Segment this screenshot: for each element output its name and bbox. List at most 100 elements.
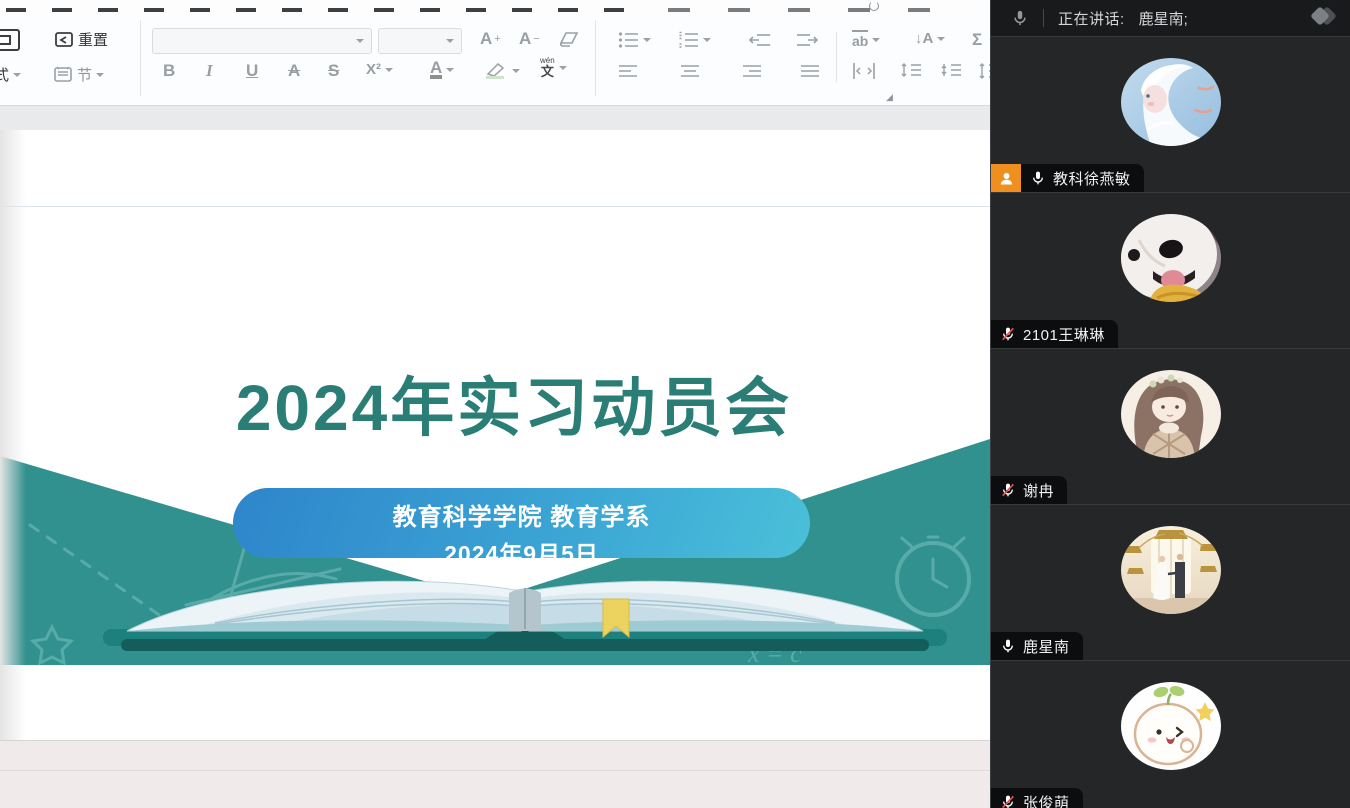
chevron-down-icon xyxy=(559,66,567,70)
text-direction-glyph: ↓A xyxy=(915,30,933,47)
phonetic-icon: wén文 xyxy=(540,57,555,78)
dialog-launcher-icon[interactable]: ◢ xyxy=(886,92,893,103)
participant-list: 教科徐燕敏 xyxy=(991,36,1350,808)
reset-label: 重置 xyxy=(78,29,108,50)
section-button[interactable]: 节 xyxy=(54,64,104,85)
participant-tile[interactable]: 教科徐燕敏 xyxy=(991,36,1350,192)
superscript-button[interactable]: X² xyxy=(366,61,393,78)
participant-label: 2101王琳琳 xyxy=(991,320,1118,348)
next-slide-edge xyxy=(0,770,990,771)
increase-font-button[interactable]: A+ xyxy=(480,29,501,49)
highlight-button[interactable] xyxy=(484,62,520,80)
chevron-down-icon xyxy=(446,68,454,72)
participant-name: 2101王琳琳 xyxy=(1023,324,1105,345)
equation-button[interactable]: Σ xyxy=(972,30,982,50)
mic-muted-icon xyxy=(1000,326,1016,342)
chevron-down-icon xyxy=(937,37,945,41)
chevron-down-icon xyxy=(512,69,520,73)
toolbar-divider xyxy=(140,20,141,96)
slide-title[interactable]: 2024年实习动员会 xyxy=(0,357,990,449)
divider xyxy=(1043,9,1044,27)
participant-label: 谢冉 xyxy=(991,476,1067,504)
avatar xyxy=(1121,682,1221,770)
presenter-badge-icon xyxy=(991,164,1021,192)
subtitle-date: 2024年9月5日 xyxy=(444,535,599,569)
clear-format-button[interactable] xyxy=(558,30,580,48)
justify-button[interactable] xyxy=(800,64,820,79)
minus-glyph: − xyxy=(533,33,539,45)
align-left-button[interactable] xyxy=(618,64,638,79)
bullet-list-button[interactable] xyxy=(618,31,651,49)
participant-tile[interactable]: 鹿星南 xyxy=(991,504,1350,660)
font-size-combobox[interactable] xyxy=(378,28,462,54)
application-window: 式 重置 节 A+ A− B I U A S X² xyxy=(0,0,1350,808)
meeting-panel: 正在讲话: 鹿星南; xyxy=(990,0,1350,808)
speaker-mic-icon xyxy=(1011,9,1029,27)
toolbar-divider xyxy=(595,20,596,96)
font-color-button[interactable]: A xyxy=(430,60,454,79)
decrease-indent-icon xyxy=(748,31,772,49)
participant-label: 张俊萌 xyxy=(991,788,1083,808)
align-left-icon xyxy=(618,64,638,79)
grow-font-glyph: A xyxy=(480,29,492,49)
align-right-button[interactable] xyxy=(742,64,762,79)
participant-name: 教科徐燕敏 xyxy=(1053,168,1131,189)
decrease-para-spacing-button[interactable] xyxy=(940,62,962,80)
document-canvas[interactable]: x = c 2024年实习动员会 教育科学学院 教育学系 2024年9月5日 xyxy=(0,130,990,808)
speaking-status-bar: 正在讲话: 鹿星南; xyxy=(991,0,1350,36)
reset-button[interactable]: 重置 xyxy=(54,29,108,50)
menu-bar[interactable] xyxy=(0,0,990,12)
below-slide-area xyxy=(0,740,990,808)
avatar xyxy=(1121,370,1221,458)
participant-tile[interactable]: 张俊萌 xyxy=(991,660,1350,808)
mic-muted-icon xyxy=(1000,794,1016,808)
sigma-glyph: Σ xyxy=(972,30,982,50)
para-spacing-up-icon xyxy=(900,62,922,80)
char-strike-button[interactable]: A xyxy=(288,61,300,81)
increase-indent-button[interactable] xyxy=(795,31,819,49)
reset-icon xyxy=(54,30,74,50)
participant-label: 教科徐燕敏 xyxy=(991,164,1144,192)
bullet-list-icon xyxy=(618,31,639,49)
numbered-list-button[interactable] xyxy=(678,31,711,49)
page-edge-shadow xyxy=(0,130,26,740)
strike-glyph: S xyxy=(328,61,339,81)
phonetic-guide-button[interactable]: wén文 xyxy=(540,57,567,78)
chevron-down-icon xyxy=(446,39,454,43)
underline-button[interactable]: U xyxy=(246,61,258,81)
chevron-down-icon xyxy=(385,68,393,72)
distribute-icon xyxy=(852,62,876,80)
search-icon[interactable] xyxy=(869,1,879,11)
text-direction-button[interactable]: ↓A xyxy=(915,30,945,47)
char-spacing-button[interactable]: ab xyxy=(852,30,880,49)
bold-button[interactable]: B xyxy=(163,61,175,81)
char-spacing-glyph: ab xyxy=(852,30,868,49)
speaking-prefix: 正在讲话: xyxy=(1058,8,1125,29)
participant-name: 鹿星南 xyxy=(1023,636,1070,657)
increase-indent-icon xyxy=(795,31,819,49)
highlighter-icon xyxy=(484,62,508,80)
slide[interactable]: x = c 2024年实习动员会 教育科学学院 教育学系 2024年9月5日 xyxy=(0,206,990,741)
chevron-down-icon xyxy=(13,73,21,77)
strikethrough-button[interactable]: S xyxy=(328,61,339,81)
decrease-font-button[interactable]: A− xyxy=(519,29,540,49)
chevron-down-icon xyxy=(356,39,364,43)
align-center-button[interactable] xyxy=(680,64,700,79)
toolbar-divider xyxy=(836,32,837,82)
font-color-glyph: A xyxy=(430,60,442,79)
slide-layout-icon[interactable] xyxy=(0,27,21,53)
font-name-combobox[interactable] xyxy=(152,28,372,54)
decrease-indent-button[interactable] xyxy=(748,31,772,49)
section-label: 节 xyxy=(77,64,92,85)
layout-button[interactable]: 式 xyxy=(0,64,21,85)
increase-para-spacing-button[interactable] xyxy=(900,62,922,80)
toolbar-gap-strip xyxy=(0,105,990,130)
chevron-down-icon xyxy=(96,73,104,77)
participant-tile[interactable]: 2101王琳琳 xyxy=(991,192,1350,348)
strike-char-glyph: A xyxy=(288,61,300,81)
italic-button[interactable]: I xyxy=(206,61,213,81)
align-center-icon xyxy=(680,64,700,79)
participant-tile[interactable]: 谢冉 xyxy=(991,348,1350,504)
distribute-button[interactable] xyxy=(852,62,876,80)
subtitle-banner[interactable]: 教育科学学院 教育学系 2024年9月5日 xyxy=(233,488,810,558)
